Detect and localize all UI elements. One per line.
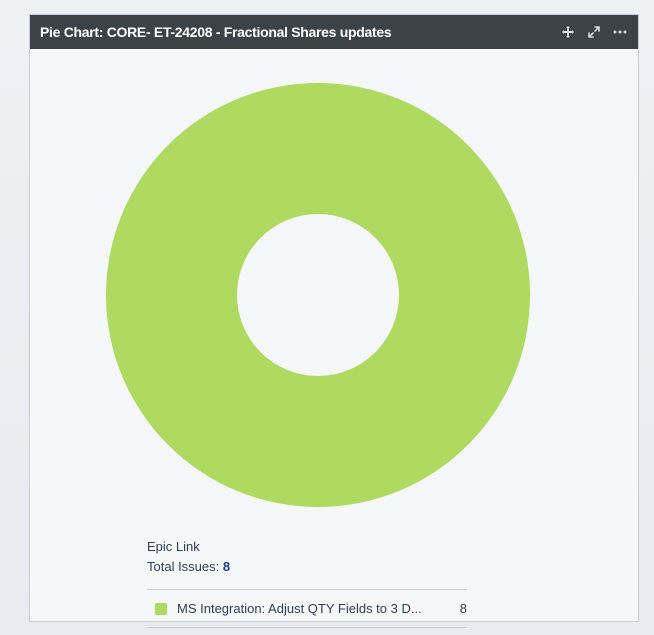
legend-swatch <box>155 603 167 615</box>
pie-chart-gadget: Pie Chart: CORE- ET-24208 - Fractional S… <box>29 14 639 628</box>
gadget-body: Epic Link Total Issues: 8 MS Integration… <box>30 49 638 628</box>
pie-chart <box>106 83 530 507</box>
move-icon[interactable] <box>560 24 576 40</box>
legend-item[interactable]: MS Integration: Adjust QTY Fields to 3 D… <box>147 590 467 628</box>
gadget-title: Pie Chart: CORE- ET-24208 - Fractional S… <box>40 24 392 40</box>
legend-area: Epic Link Total Issues: 8 MS Integration… <box>147 537 467 628</box>
header-actions <box>560 24 628 40</box>
total-issues-value: 8 <box>222 559 231 574</box>
legend-item-count: 8 <box>459 601 467 616</box>
chart-area <box>106 83 530 507</box>
epic-link-label: Epic Link <box>147 539 200 554</box>
legend-item-label: MS Integration: Adjust QTY Fields to 3 D… <box>177 601 422 616</box>
gadget-header: Pie Chart: CORE- ET-24208 - Fractional S… <box>30 15 638 49</box>
page: Pie Chart: CORE- ET-24208 - Fractional S… <box>0 0 654 635</box>
more-icon[interactable] <box>612 24 628 40</box>
expand-icon[interactable] <box>586 24 602 40</box>
total-issues-label: Total Issues: <box>147 559 220 574</box>
pie-slice[interactable] <box>106 83 530 507</box>
total-issues-row: Total Issues: 8 <box>147 557 467 577</box>
